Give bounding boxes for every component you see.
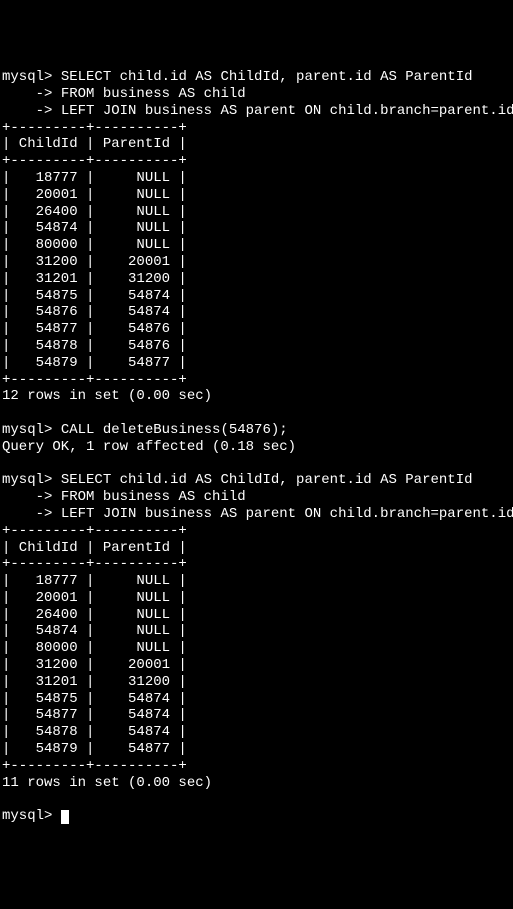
table-row: | 31200 | 20001 | — [2, 254, 187, 270]
table-row: | 54877 | 54876 | — [2, 321, 187, 337]
query-line: mysql> SELECT child.id AS ChildId, paren… — [2, 69, 473, 85]
query-line: -> LEFT JOIN business AS parent ON child… — [2, 506, 513, 522]
table-border: +---------+----------+ — [2, 523, 187, 539]
table-row: | 54878 | 54876 | — [2, 338, 187, 354]
mysql-prompt[interactable]: mysql> — [2, 808, 69, 824]
table-header: | ChildId | ParentId | — [2, 136, 187, 152]
table-row: | 54876 | 54874 | — [2, 304, 187, 320]
query-line: mysql> CALL deleteBusiness(54876); — [2, 422, 288, 438]
table-row: | 80000 | NULL | — [2, 237, 187, 253]
result-summary: 12 rows in set (0.00 sec) — [2, 388, 212, 404]
table-border: +---------+----------+ — [2, 758, 187, 774]
table-row: | 54879 | 54877 | — [2, 741, 187, 757]
table-row: | 54879 | 54877 | — [2, 355, 187, 371]
table-border: +---------+----------+ — [2, 153, 187, 169]
table-row: | 26400 | NULL | — [2, 607, 187, 623]
table-row: | 20001 | NULL | — [2, 590, 187, 606]
table-row: | 54875 | 54874 | — [2, 288, 187, 304]
table-border: +---------+----------+ — [2, 372, 187, 388]
table-row: | 54874 | NULL | — [2, 623, 187, 639]
table-row: | 31201 | 31200 | — [2, 271, 187, 287]
table-border: +---------+----------+ — [2, 120, 187, 136]
table-header: | ChildId | ParentId | — [2, 540, 187, 556]
table-row: | 20001 | NULL | — [2, 187, 187, 203]
table-row: | 31201 | 31200 | — [2, 674, 187, 690]
table-border: +---------+----------+ — [2, 556, 187, 572]
query-line: -> FROM business AS child — [2, 86, 246, 102]
result-summary: Query OK, 1 row affected (0.18 sec) — [2, 439, 296, 455]
table-row: | 80000 | NULL | — [2, 640, 187, 656]
query-line: mysql> SELECT child.id AS ChildId, paren… — [2, 472, 473, 488]
table-row: | 54874 | NULL | — [2, 220, 187, 236]
terminal-output: mysql> SELECT child.id AS ChildId, paren… — [2, 69, 511, 825]
cursor-icon — [61, 810, 69, 824]
query-line: -> LEFT JOIN business AS parent ON child… — [2, 103, 513, 119]
result-summary: 11 rows in set (0.00 sec) — [2, 775, 212, 791]
table-row: | 54877 | 54874 | — [2, 707, 187, 723]
table-row: | 18777 | NULL | — [2, 170, 187, 186]
table-row: | 31200 | 20001 | — [2, 657, 187, 673]
table-row: | 26400 | NULL | — [2, 204, 187, 220]
table-row: | 54878 | 54874 | — [2, 724, 187, 740]
table-row: | 54875 | 54874 | — [2, 691, 187, 707]
query-line: -> FROM business AS child — [2, 489, 246, 505]
table-row: | 18777 | NULL | — [2, 573, 187, 589]
